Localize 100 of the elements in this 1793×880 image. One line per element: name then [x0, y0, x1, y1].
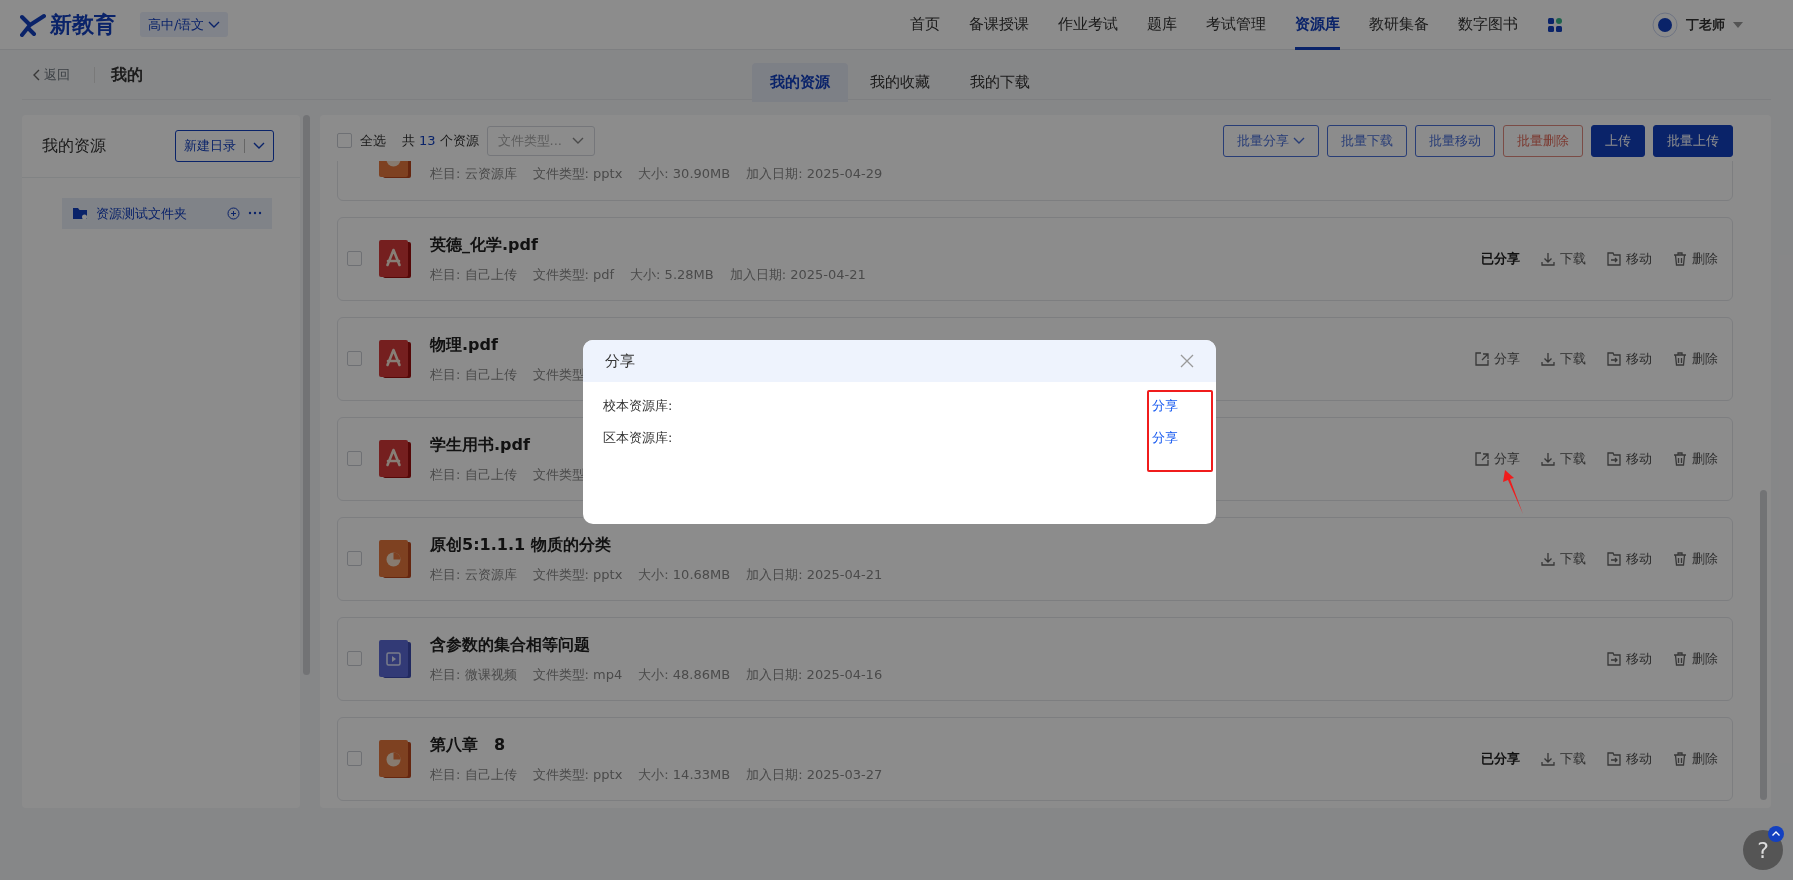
- nav-link[interactable]: 作业考试: [1058, 0, 1118, 51]
- file-meta: 文件类型: pptx: [532, 164, 623, 183]
- download-icon[interactable]: [1540, 350, 1556, 367]
- toolbar-button[interactable]: 上传: [1591, 125, 1645, 157]
- download-action[interactable]: 下载: [1540, 448, 1586, 469]
- share-icon[interactable]: [1474, 450, 1490, 467]
- row-checkbox[interactable]: [347, 551, 362, 566]
- share-icon[interactable]: [1474, 350, 1490, 367]
- move-action[interactable]: 移动: [1606, 248, 1652, 269]
- download-action[interactable]: 下载: [1540, 748, 1586, 769]
- more-icon[interactable]: [248, 211, 262, 216]
- folder-arrow-icon[interactable]: [1606, 250, 1622, 267]
- move-action[interactable]: 移动: [1606, 548, 1652, 569]
- toolbar-button[interactable]: 批量下载: [1327, 125, 1407, 157]
- delete-action[interactable]: 删除: [1672, 248, 1718, 269]
- folder-arrow-icon[interactable]: [1606, 350, 1622, 367]
- download-icon[interactable]: [1540, 250, 1556, 267]
- row-checkbox[interactable]: [347, 651, 362, 666]
- toolbar-button[interactable]: 批量删除: [1503, 125, 1583, 157]
- toolbar-button[interactable]: 批量上传: [1653, 125, 1733, 157]
- tab[interactable]: 我的下载: [952, 63, 1048, 102]
- select-all-label[interactable]: 全选: [360, 131, 386, 151]
- count-label: 共: [402, 132, 415, 150]
- count-label: 个资源: [439, 132, 479, 150]
- caret-down-icon[interactable]: [1733, 21, 1743, 28]
- new-folder-button[interactable]: 新建日录: [175, 130, 274, 162]
- file-meta: 大小: 30.90MB: [638, 164, 731, 183]
- share-action[interactable]: 分享: [1474, 348, 1520, 369]
- nav-link[interactable]: 数字图书: [1458, 0, 1518, 51]
- tab[interactable]: 我的收藏: [852, 63, 948, 102]
- nav-link[interactable]: 资源库: [1295, 0, 1340, 51]
- video-file-icon: [379, 639, 411, 678]
- trash-icon[interactable]: [1672, 550, 1688, 567]
- subject-selector[interactable]: 高中/语文: [140, 11, 229, 38]
- apps-grid-icon[interactable]: [1547, 16, 1563, 33]
- download-action[interactable]: 下载: [1540, 348, 1586, 369]
- trash-icon[interactable]: [1672, 750, 1688, 767]
- download-icon[interactable]: [1540, 450, 1556, 467]
- trash-icon[interactable]: [1672, 250, 1688, 267]
- move-action[interactable]: 移动: [1606, 448, 1652, 469]
- tab[interactable]: 我的资源: [752, 63, 848, 102]
- delete-action[interactable]: 删除: [1672, 548, 1718, 569]
- folder-arrow-icon[interactable]: [1606, 450, 1622, 467]
- scrollbar[interactable]: [1760, 490, 1767, 800]
- folder-arrow-icon[interactable]: [1606, 750, 1622, 767]
- move-action[interactable]: 移动: [1606, 648, 1652, 669]
- toolbar-button[interactable]: 批量移动: [1415, 125, 1495, 157]
- download-icon[interactable]: [1540, 550, 1556, 567]
- help-button[interactable]: ?: [1743, 830, 1783, 870]
- add-circle-icon[interactable]: [227, 206, 240, 220]
- nav-link[interactable]: 题库: [1147, 0, 1177, 51]
- share-link[interactable]: 分享: [1152, 396, 1178, 416]
- nav-link[interactable]: 考试管理: [1206, 0, 1266, 51]
- delete-action[interactable]: 删除: [1672, 648, 1718, 669]
- file-name[interactable]: 英德_化学.pdf: [430, 232, 866, 257]
- avatar-icon[interactable]: [1652, 11, 1678, 38]
- folder-arrow-icon[interactable]: [1606, 550, 1622, 567]
- trash-icon[interactable]: [1672, 350, 1688, 367]
- toolbar-button[interactable]: 批量分享: [1223, 125, 1319, 157]
- back-link[interactable]: 返回: [32, 64, 70, 85]
- row-checkbox[interactable]: [347, 251, 362, 266]
- delete-action[interactable]: 删除: [1672, 348, 1718, 369]
- library-label: 校本资源库:: [603, 397, 673, 415]
- nav-link[interactable]: 教研集备: [1369, 0, 1429, 51]
- delete-action[interactable]: 删除: [1672, 748, 1718, 769]
- close-icon[interactable]: [1180, 354, 1194, 368]
- file-meta: 栏目: 自己上传: [430, 365, 517, 384]
- nav-link[interactable]: 首页: [910, 0, 940, 51]
- share-link[interactable]: 分享: [1152, 427, 1178, 447]
- file-meta: 栏目: 云资源库: [430, 164, 517, 183]
- file-meta: 加入日期: 2025-04-29: [746, 164, 883, 183]
- file-name[interactable]: 学生用书.pdf: [430, 432, 585, 457]
- file-meta: 加入日期: 2025-04-21: [746, 565, 883, 584]
- trash-icon[interactable]: [1672, 450, 1688, 467]
- folder-arrow-icon[interactable]: [1606, 650, 1622, 667]
- delete-action[interactable]: 删除: [1672, 448, 1718, 469]
- shared-status: 已分享: [1481, 749, 1520, 768]
- nav-link[interactable]: 备课授课: [969, 0, 1029, 51]
- file-name[interactable]: 原创5:1.1.1 物质的分类: [430, 532, 883, 557]
- select-all-checkbox[interactable]: [337, 133, 352, 149]
- row-checkbox[interactable]: [347, 451, 362, 466]
- file-name[interactable]: 第八章 8: [430, 732, 883, 757]
- pdf-file-icon: [379, 439, 411, 478]
- download-action[interactable]: 下载: [1540, 248, 1586, 269]
- file-name[interactable]: 含参数的集合相等问题: [430, 632, 883, 657]
- resource-count: 13: [419, 132, 436, 150]
- move-action[interactable]: 移动: [1606, 748, 1652, 769]
- folder-item[interactable]: 资源测试文件夹: [62, 197, 272, 229]
- row-checkbox[interactable]: [347, 351, 362, 366]
- row-checkbox[interactable]: [347, 751, 362, 766]
- logo-text: 新教育: [50, 11, 116, 39]
- library-label: 区本资源库:: [603, 428, 673, 447]
- user-name[interactable]: 丁老师: [1686, 14, 1725, 35]
- chevron-up-icon[interactable]: [1768, 826, 1784, 842]
- download-action[interactable]: 下载: [1540, 548, 1586, 569]
- file-name[interactable]: 物理.pdf: [430, 332, 585, 357]
- download-icon[interactable]: [1540, 750, 1556, 767]
- share-action[interactable]: 分享: [1474, 448, 1520, 469]
- trash-icon[interactable]: [1672, 650, 1688, 667]
- move-action[interactable]: 移动: [1606, 348, 1652, 369]
